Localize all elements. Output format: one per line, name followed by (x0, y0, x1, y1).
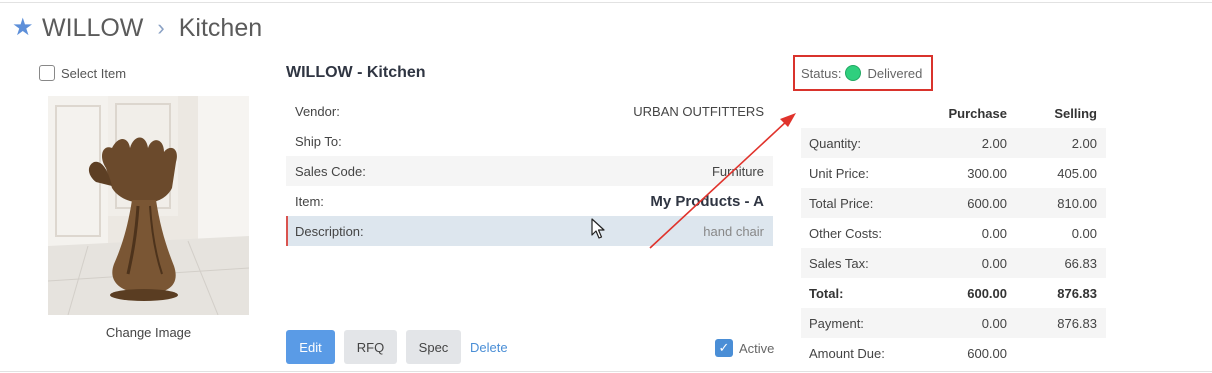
detail-label: Sales Code: (295, 163, 366, 179)
purchase-value: 600.00 (967, 285, 1007, 301)
pricing-row: Other Costs: 0.00 0.00 (801, 218, 1106, 248)
spec-button[interactable]: Spec (406, 330, 461, 364)
pricing-table: Purchase Selling Quantity: 2.00 2.00 Uni… (801, 98, 1106, 368)
breadcrumb-current: Kitchen (178, 13, 263, 42)
mouse-pointer-icon (591, 218, 605, 239)
selling-value: 876.83 (1057, 285, 1097, 301)
purchase-value: 300.00 (967, 165, 1007, 181)
purchase-header: Purchase (948, 105, 1007, 121)
change-image-link[interactable]: Change Image (48, 325, 249, 340)
edit-button[interactable]: Edit (286, 330, 335, 364)
rfq-button[interactable]: RFQ (344, 330, 397, 364)
breadcrumb-root[interactable]: WILLOW (42, 14, 143, 43)
detail-label: Description: (295, 223, 364, 239)
pricing-label: Amount Due: (809, 345, 885, 361)
bottom-divider (0, 371, 1212, 372)
purchase-value: 2.00 (981, 135, 1007, 151)
pricing-row: Quantity: 2.00 2.00 (801, 128, 1106, 158)
pricing-label: Total: (809, 285, 844, 301)
pricing-row: Payment: 0.00 876.83 (801, 308, 1106, 338)
status-value: Delivered (867, 65, 923, 81)
delete-link[interactable]: Delete (470, 340, 508, 355)
pricing-label: Unit Price: (809, 165, 869, 181)
pricing-label: Payment: (809, 315, 864, 331)
purchase-value: 600.00 (967, 345, 1007, 361)
pricing-row: Sales Tax: 0.00 66.83 (801, 248, 1106, 278)
pricing-label: Quantity: (809, 135, 862, 151)
top-divider (0, 2, 1212, 3)
checkmark-icon[interactable]: ✓ (715, 339, 733, 357)
item-title: WILLOW - Kitchen (286, 64, 426, 81)
chevron-right-icon: › (157, 15, 165, 40)
detail-label: Item: (295, 193, 324, 209)
pricing-row: Amount Due: 600.00 (801, 338, 1106, 368)
pricing-row: Unit Price: 300.00 405.00 (801, 158, 1106, 188)
selling-value: 810.00 (1057, 195, 1097, 211)
pricing-label: Other Costs: (809, 225, 882, 241)
selling-header: Selling (1054, 105, 1097, 121)
red-arrow-icon (649, 113, 796, 249)
breadcrumb: ★ WILLOW › Kitchen (12, 12, 262, 44)
selling-value: 405.00 (1057, 165, 1097, 181)
status-dot-icon (845, 65, 862, 81)
checkbox[interactable] (39, 65, 55, 81)
star-icon[interactable]: ★ (12, 16, 34, 40)
selling-value: 876.83 (1057, 315, 1097, 331)
purchase-value: 600.00 (967, 195, 1007, 211)
active-label: Active (739, 340, 775, 356)
select-item-label: Select Item (61, 65, 127, 81)
status-indicator: Status: Delivered (793, 55, 933, 91)
product-image[interactable] (48, 96, 249, 315)
purchase-value: 0.00 (981, 225, 1007, 241)
pricing-header: Purchase Selling (801, 98, 1106, 128)
selling-value: 66.83 (1064, 255, 1097, 271)
action-bar: Edit RFQ Spec Delete (286, 330, 508, 364)
select-item-checkbox[interactable]: Select Item (39, 65, 126, 81)
detail-label: Vendor: (295, 103, 340, 119)
purchase-value: 0.00 (981, 315, 1007, 331)
purchase-value: 0.00 (981, 255, 1007, 271)
selling-value: 2.00 (1071, 135, 1097, 151)
pricing-row-total: Total: 600.00 876.83 (801, 278, 1106, 308)
detail-label: Ship To: (295, 133, 342, 149)
pricing-label: Total Price: (809, 195, 874, 211)
selling-value: 0.00 (1071, 225, 1097, 241)
pricing-label: Sales Tax: (809, 255, 869, 271)
status-label: Status: (801, 65, 842, 81)
pricing-row: Total Price: 600.00 810.00 (801, 188, 1106, 218)
active-toggle[interactable]: ✓ Active (715, 339, 774, 357)
